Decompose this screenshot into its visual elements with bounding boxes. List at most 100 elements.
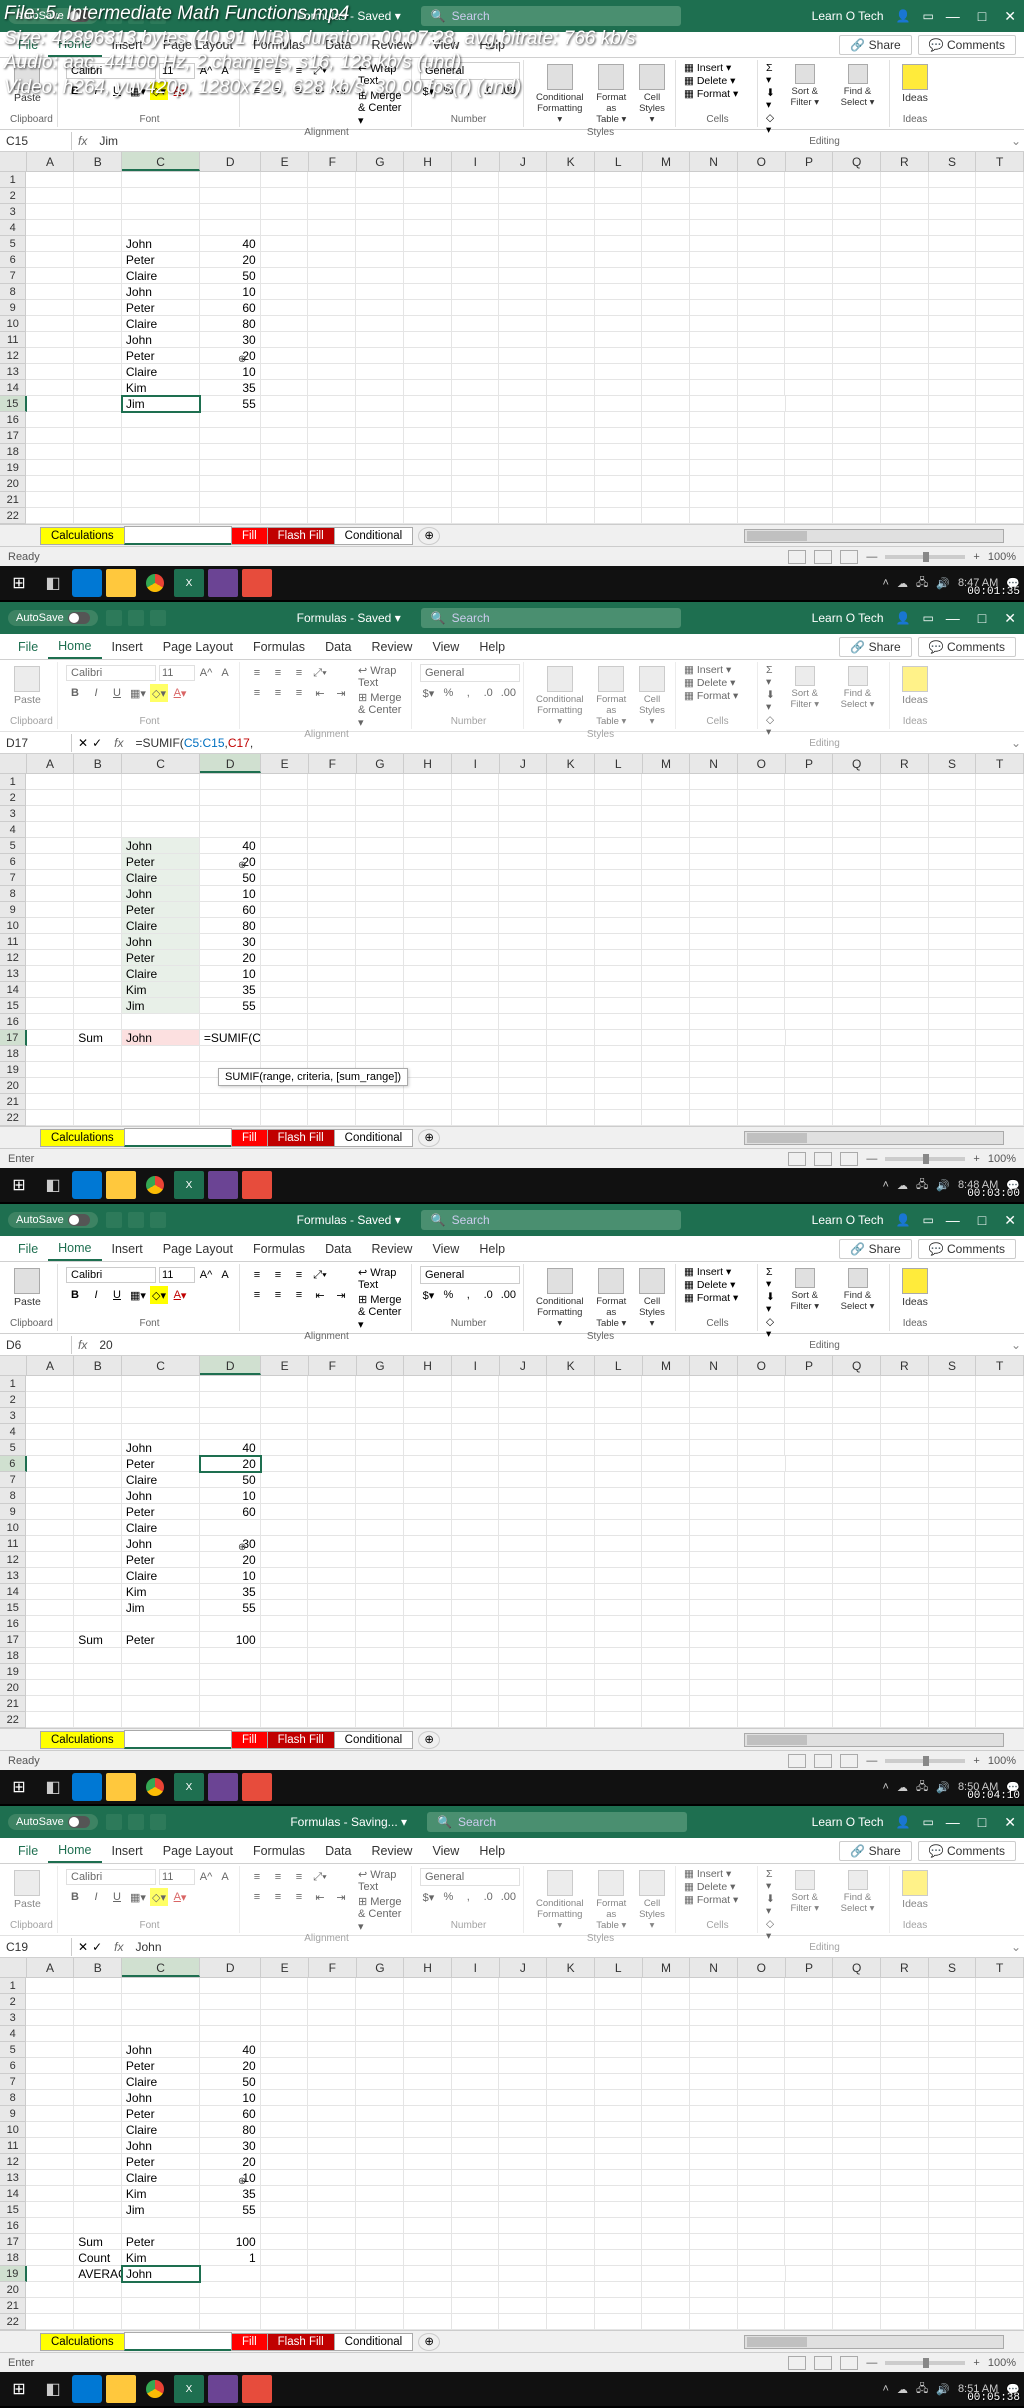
cell-B6[interactable] <box>74 2058 122 2074</box>
cell-O11[interactable] <box>738 934 786 950</box>
cell-D16[interactable] <box>200 412 261 428</box>
row-header-14[interactable]: 14 <box>0 2186 26 2202</box>
cell-E12[interactable] <box>261 348 309 364</box>
cell-I19[interactable] <box>452 460 500 476</box>
cell-G16[interactable] <box>356 412 404 428</box>
cell-R17[interactable] <box>881 428 929 444</box>
cell-R8[interactable] <box>881 1488 929 1504</box>
cell-P8[interactable] <box>785 284 833 300</box>
cell-K16[interactable] <box>547 2218 595 2234</box>
cell-C12[interactable]: Peter <box>122 348 200 364</box>
cell-T13[interactable] <box>976 966 1024 982</box>
minimize-button[interactable]: — <box>946 1212 960 1229</box>
close-button[interactable]: ✕ <box>1004 1814 1016 1831</box>
menu-review[interactable]: Review <box>361 1840 422 1862</box>
cell-G5[interactable] <box>356 236 404 252</box>
menu-help[interactable]: Help <box>469 1238 515 1260</box>
cell-A13[interactable] <box>26 966 74 982</box>
cell-K7[interactable] <box>547 268 595 284</box>
cell-P9[interactable] <box>785 300 833 316</box>
app-icon-1[interactable] <box>208 1773 238 1801</box>
cell-M5[interactable] <box>642 236 690 252</box>
cell-B11[interactable] <box>74 934 122 950</box>
cell-A8[interactable] <box>26 1488 74 1504</box>
cell-E20[interactable] <box>261 2282 309 2298</box>
cell-T21[interactable] <box>976 2298 1024 2314</box>
cell-E7[interactable] <box>261 870 309 886</box>
cell-N3[interactable] <box>690 204 738 220</box>
cell-R7[interactable] <box>881 1472 929 1488</box>
cell-J4[interactable] <box>499 220 547 236</box>
cell-D20[interactable] <box>200 476 261 492</box>
cell-R22[interactable] <box>881 1110 929 1126</box>
cell-M6[interactable] <box>642 1456 690 1472</box>
cell-H19[interactable] <box>404 1664 452 1680</box>
minimize-button[interactable]: — <box>946 610 960 627</box>
cell-E12[interactable] <box>261 2154 309 2170</box>
row-header-13[interactable]: 13 <box>0 2170 26 2186</box>
cell-N13[interactable] <box>690 2170 738 2186</box>
cell-O13[interactable] <box>738 1568 786 1584</box>
cell-E13[interactable] <box>261 364 309 380</box>
cell-K7[interactable] <box>547 1472 595 1488</box>
maximize-button[interactable]: □ <box>978 1212 986 1229</box>
cell-T15[interactable] <box>976 2202 1024 2218</box>
cell-O15[interactable] <box>738 396 786 412</box>
cell-R20[interactable] <box>881 476 929 492</box>
col-header-R[interactable]: R <box>881 152 929 171</box>
cell-H19[interactable] <box>404 2266 452 2282</box>
cell-D14[interactable]: 35 <box>200 2186 261 2202</box>
formula-input[interactable]: Jim <box>93 132 1008 150</box>
cell-R21[interactable] <box>881 492 929 508</box>
cell-C2[interactable] <box>122 188 200 204</box>
cell-J3[interactable] <box>499 1408 547 1424</box>
cell-P19[interactable] <box>786 2266 834 2282</box>
cell-J14[interactable] <box>499 1584 547 1600</box>
cell-A22[interactable] <box>26 2314 74 2330</box>
cell-B21[interactable] <box>74 1696 122 1712</box>
account-icon[interactable]: 👤 <box>896 611 911 625</box>
cell-N5[interactable] <box>690 838 738 854</box>
cell-S9[interactable] <box>929 2106 977 2122</box>
menu-help[interactable]: Help <box>469 1840 515 1862</box>
cell-G17[interactable] <box>356 1030 404 1046</box>
cell-E10[interactable] <box>261 918 309 934</box>
cell-A19[interactable] <box>27 2266 75 2282</box>
cell-I13[interactable] <box>452 966 500 982</box>
cell-T1[interactable] <box>976 172 1024 188</box>
cancel-edit-icon[interactable]: ✕ <box>78 736 88 750</box>
cell-B2[interactable] <box>74 1392 122 1408</box>
row-header-8[interactable]: 8 <box>0 1488 26 1504</box>
menu-help[interactable]: Help <box>469 636 515 658</box>
cell-I17[interactable] <box>452 2234 500 2250</box>
cell-S11[interactable] <box>929 332 977 348</box>
cell-K9[interactable] <box>547 2106 595 2122</box>
cell-C21[interactable] <box>122 1094 200 1110</box>
cell-J7[interactable] <box>499 268 547 284</box>
col-header-G[interactable]: G <box>357 754 405 773</box>
cell-N15[interactable] <box>690 1600 738 1616</box>
cell-R18[interactable] <box>881 444 929 460</box>
cell-J11[interactable] <box>499 1536 547 1552</box>
cell-F4[interactable] <box>308 220 356 236</box>
cell-M11[interactable] <box>642 332 690 348</box>
cell-O8[interactable] <box>738 886 786 902</box>
cell-H16[interactable] <box>404 2218 452 2234</box>
view-page-break-icon[interactable] <box>840 1754 858 1768</box>
cell-N7[interactable] <box>690 1472 738 1488</box>
cell-B1[interactable] <box>74 774 122 790</box>
cell-J2[interactable] <box>499 1392 547 1408</box>
cell-H16[interactable] <box>404 1014 452 1030</box>
tray-volume-icon[interactable]: 🔊 <box>936 2383 950 2396</box>
cell-M1[interactable] <box>642 1376 690 1392</box>
cell-Q9[interactable] <box>833 300 881 316</box>
cell-M19[interactable] <box>642 1062 690 1078</box>
row-header-6[interactable]: 6 <box>0 252 26 268</box>
cell-O14[interactable] <box>738 1584 786 1600</box>
cell-S6[interactable] <box>929 854 977 870</box>
cell-J6[interactable] <box>499 2058 547 2074</box>
cell-F6[interactable] <box>308 1456 356 1472</box>
menu-page-layout[interactable]: Page Layout <box>153 636 243 658</box>
cell-Q1[interactable] <box>833 774 881 790</box>
confirm-edit-icon[interactable]: ✓ <box>92 1940 102 1954</box>
